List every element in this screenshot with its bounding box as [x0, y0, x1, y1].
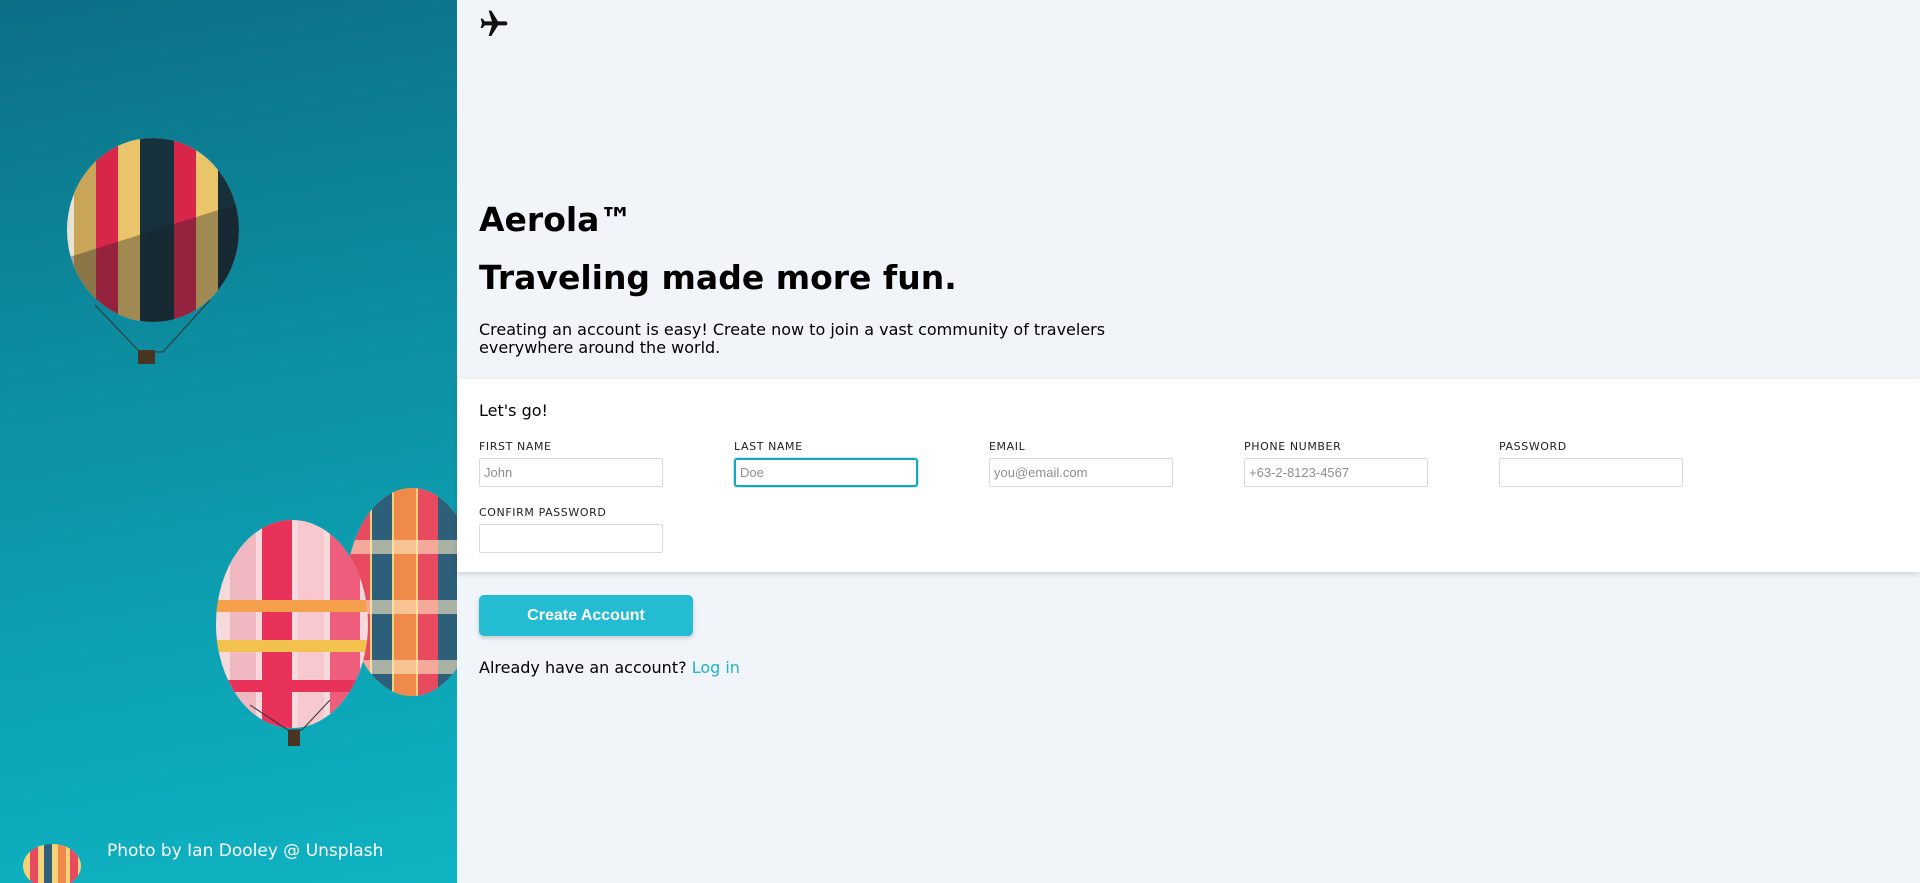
basket [288, 730, 300, 746]
confirm-password-label: CONFIRM PASSWORD [479, 506, 607, 519]
login-prompt-text: Already have an account? [479, 658, 687, 677]
photo-credit: Photo by Ian Dooley @ Unsplash [107, 841, 384, 861]
intro-text: Creating an account is easy! Create now … [479, 320, 1106, 357]
password-group: PASSWORD [1499, 440, 1683, 487]
hero-photo: Photo by Ian Dooley @ Unsplash [0, 0, 457, 883]
brand-title: Aerola™ [479, 200, 633, 239]
confirm-password-input[interactable] [479, 524, 663, 553]
hot-air-balloons-illustration [23, 138, 457, 883]
password-input[interactable] [1499, 458, 1683, 487]
password-label: PASSWORD [1499, 440, 1567, 453]
phone-group: PHONE NUMBER [1244, 440, 1428, 487]
first-name-group: FIRST NAME [479, 440, 663, 487]
balloon-bottom [23, 844, 81, 883]
create-account-button[interactable]: Create Account [479, 595, 693, 636]
login-link[interactable]: Log in [692, 658, 740, 677]
email-input[interactable] [989, 458, 1173, 487]
last-name-label: LAST NAME [734, 440, 803, 453]
phone-input[interactable] [1244, 458, 1428, 487]
page-headline: Traveling made more fun. [479, 258, 957, 297]
last-name-group: LAST NAME [734, 440, 918, 487]
balloon-top [67, 138, 239, 322]
airplane-icon [478, 8, 510, 40]
first-name-label: FIRST NAME [479, 440, 552, 453]
email-group: EMAIL [989, 440, 1173, 487]
last-name-input[interactable] [734, 458, 918, 487]
email-label: EMAIL [989, 440, 1026, 453]
first-name-input[interactable] [479, 458, 663, 487]
form-title: Let's go! [479, 401, 548, 420]
signup-form-card: Let's go! FIRST NAME LAST NAME EMAIL PHO… [457, 379, 1920, 572]
login-prompt-line: Already have an account? Log in [479, 658, 740, 677]
phone-label: PHONE NUMBER [1244, 440, 1342, 453]
confirm-password-group: CONFIRM PASSWORD [479, 506, 663, 553]
basket [138, 350, 155, 364]
